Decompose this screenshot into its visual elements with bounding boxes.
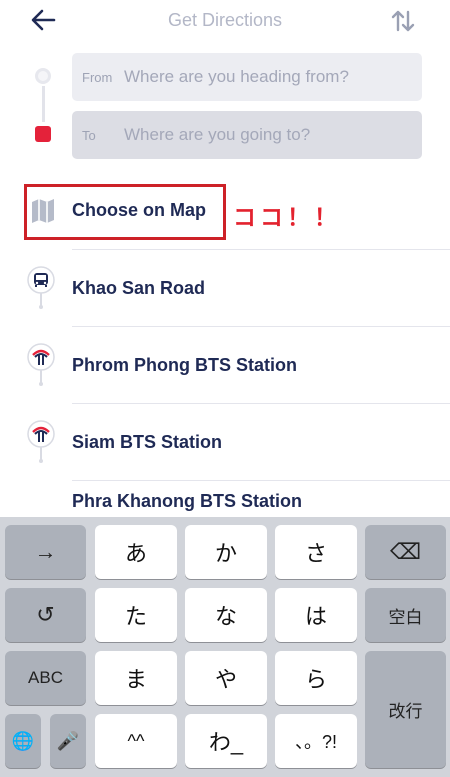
highlight-box	[24, 184, 226, 240]
backspace-key[interactable]: ⌫	[365, 525, 446, 579]
route-connector	[42, 86, 45, 122]
header: Get Directions	[0, 0, 450, 44]
japanese-keyboard: → あ か さ ⌫ ↺ た な は 空白 ABC ま や ら 改行 🌐 🎤 ^^…	[0, 517, 450, 777]
from-label: From	[82, 69, 113, 85]
kana-key[interactable]: や	[185, 651, 267, 705]
kana-key[interactable]: さ	[275, 525, 357, 579]
globe-key[interactable]: 🌐	[5, 714, 41, 768]
kana-key[interactable]: わ_	[185, 714, 267, 768]
bus-stop-icon	[27, 266, 55, 309]
to-input[interactable]	[124, 125, 422, 145]
destination-marker-icon	[35, 126, 51, 142]
undo-key[interactable]: ↺	[5, 588, 86, 642]
return-key[interactable]: 改行	[365, 651, 446, 768]
to-field[interactable]: To	[72, 111, 422, 159]
kana-key[interactable]: あ	[95, 525, 177, 579]
bts-station-icon	[27, 343, 55, 386]
kana-key[interactable]: は	[275, 588, 357, 642]
list-item-label: Phra Khanong BTS Station	[72, 491, 303, 511]
kana-key[interactable]: ま	[95, 651, 177, 705]
microphone-key[interactable]: 🎤	[50, 714, 86, 768]
page-title: Get Directions	[167, 10, 283, 30]
space-key[interactable]: 空白	[365, 588, 446, 642]
arrow-right-key[interactable]: →	[5, 525, 86, 579]
from-input[interactable]	[124, 67, 422, 87]
list-item-label: Phrom Phong BTS Station	[72, 354, 297, 375]
origin-dot-icon	[35, 68, 51, 84]
list-item[interactable]: Phrom Phong BTS Station	[27, 326, 450, 403]
list-item-label: Khao San Road	[72, 277, 206, 298]
list-item[interactable]: Khao San Road	[27, 249, 450, 326]
swap-button[interactable]	[388, 6, 418, 36]
list-item[interactable]: Siam BTS Station	[27, 403, 450, 480]
kana-key[interactable]: た	[95, 588, 177, 642]
list-item[interactable]: Phra Khanong BTS Station	[72, 480, 450, 520]
swap-vertical-icon	[391, 10, 415, 32]
emoticon-key[interactable]: ^^	[95, 714, 177, 768]
kana-key[interactable]: か	[185, 525, 267, 579]
kana-key[interactable]: な	[185, 588, 267, 642]
from-field[interactable]: From	[72, 53, 422, 101]
abc-key[interactable]: ABC	[5, 651, 86, 705]
annotation-text: ココ！！	[233, 204, 341, 230]
list-item-label: Siam BTS Station	[72, 431, 223, 452]
punctuation-key[interactable]: 、。?!	[275, 714, 357, 768]
to-label: To	[82, 127, 96, 143]
kana-key[interactable]: ら	[275, 651, 357, 705]
bts-station-icon	[27, 420, 55, 463]
